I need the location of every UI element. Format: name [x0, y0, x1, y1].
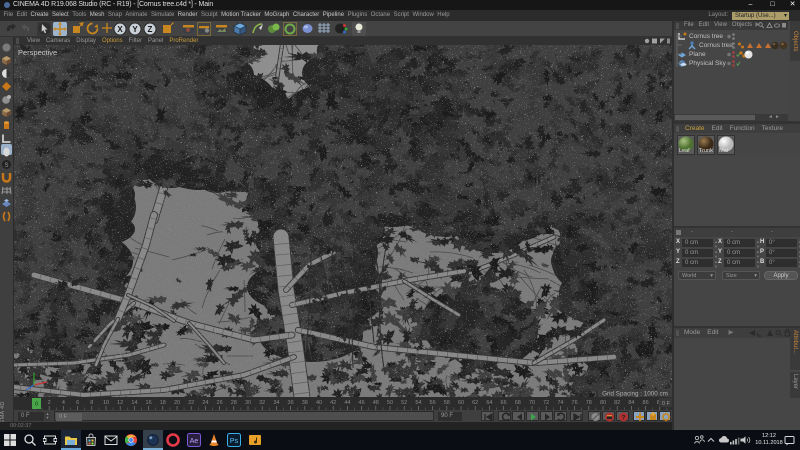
- svg-text:36: 36: [288, 400, 294, 406]
- svg-text:Ae: Ae: [190, 438, 199, 445]
- svg-text:64: 64: [486, 400, 492, 406]
- svg-text:30: 30: [245, 400, 251, 406]
- svg-text:Perspective: Perspective: [18, 48, 57, 57]
- svg-text:38: 38: [302, 400, 308, 406]
- svg-text:24: 24: [202, 400, 208, 406]
- svg-text:0: 0: [35, 402, 38, 408]
- svg-text:16: 16: [146, 400, 152, 406]
- svg-text:60: 60: [458, 400, 464, 406]
- svg-text:62: 62: [472, 400, 478, 406]
- svg-text:82: 82: [614, 400, 620, 406]
- svg-text:8: 8: [90, 400, 93, 406]
- svg-text:58: 58: [444, 400, 450, 406]
- svg-text:?: ?: [622, 415, 626, 422]
- svg-text:74: 74: [557, 400, 563, 406]
- svg-text:34: 34: [273, 400, 279, 406]
- svg-text:40: 40: [316, 400, 322, 406]
- svg-text:78: 78: [586, 400, 592, 406]
- svg-text:32: 32: [259, 400, 265, 406]
- svg-text:68: 68: [515, 400, 521, 406]
- svg-text:22: 22: [188, 400, 194, 406]
- svg-text:70: 70: [529, 400, 535, 406]
- svg-text:Ps: Ps: [230, 438, 239, 445]
- svg-text:50: 50: [387, 400, 393, 406]
- svg-text:S: S: [4, 163, 8, 169]
- svg-text:6: 6: [76, 400, 79, 406]
- svg-text:4: 4: [62, 400, 65, 406]
- svg-text:12: 12: [117, 400, 123, 406]
- svg-text:X: X: [117, 25, 123, 34]
- svg-text:84: 84: [628, 400, 634, 406]
- svg-text:10: 10: [103, 400, 109, 406]
- svg-text:66: 66: [501, 400, 507, 406]
- svg-text:48: 48: [373, 400, 379, 406]
- svg-text:52: 52: [401, 400, 407, 406]
- svg-text:0 F: 0 F: [662, 401, 671, 407]
- svg-text:28: 28: [231, 400, 237, 406]
- svg-text:14: 14: [131, 400, 137, 406]
- svg-text:80: 80: [600, 400, 606, 406]
- svg-text:2: 2: [48, 400, 51, 406]
- svg-text:72: 72: [543, 400, 549, 406]
- svg-text:Z: Z: [148, 25, 153, 34]
- svg-text:20: 20: [174, 400, 180, 406]
- svg-text:18: 18: [160, 400, 166, 406]
- svg-text:56: 56: [430, 400, 436, 406]
- svg-text:46: 46: [359, 400, 365, 406]
- svg-text:54: 54: [415, 400, 421, 406]
- svg-text:76: 76: [572, 400, 578, 406]
- svg-text:Y: Y: [132, 25, 138, 34]
- svg-text:26: 26: [217, 400, 223, 406]
- svg-text:42: 42: [330, 400, 336, 406]
- svg-text:44: 44: [344, 400, 350, 406]
- svg-text:86: 86: [643, 400, 649, 406]
